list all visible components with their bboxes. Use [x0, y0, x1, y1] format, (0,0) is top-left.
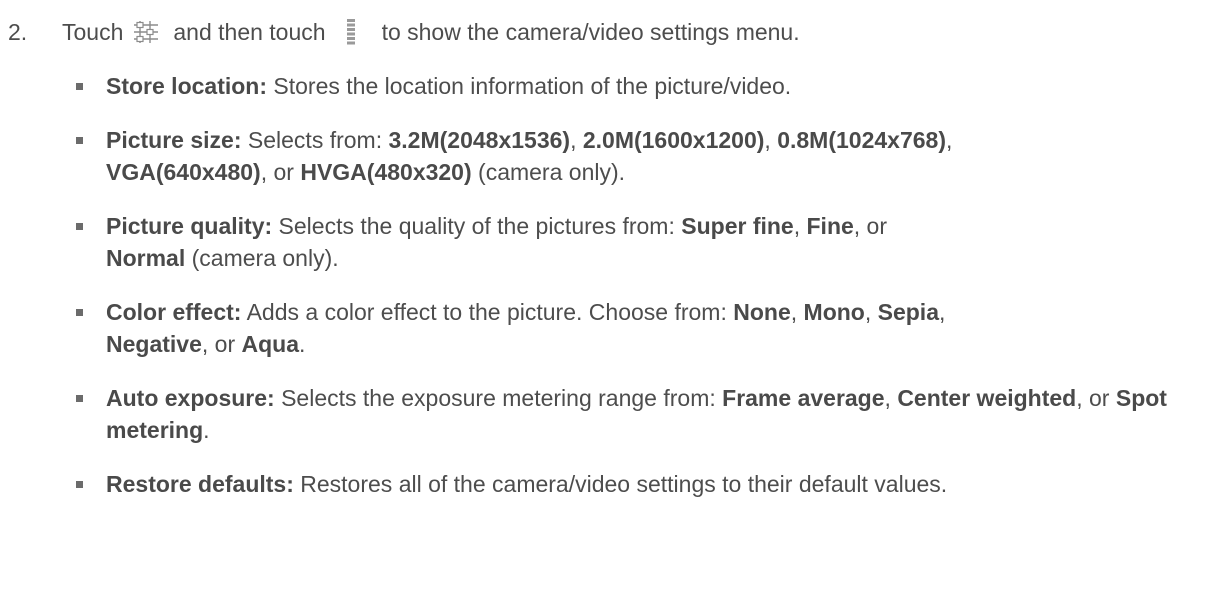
option-value: Normal: [106, 245, 186, 271]
separator: ,: [946, 127, 953, 153]
list-item-picture-size: Picture size: Selects from: 3.2M(2048x15…: [76, 124, 1206, 188]
separator: ,: [793, 213, 807, 239]
camera-settings-sliders-icon: [133, 20, 159, 44]
list-item-text: Restore defaults: Restores all of the ca…: [106, 468, 1206, 500]
option-value: Center weighted: [897, 385, 1077, 411]
list-item-auto-exposure: Auto exposure: Selects the exposure mete…: [76, 382, 1206, 446]
separator: .: [299, 331, 306, 357]
list-item-store-location: Store location: Stores the location info…: [76, 70, 1206, 102]
list-item-color-effect: Color effect: Adds a color effect to the…: [76, 296, 1206, 360]
settings-list: Store location: Stores the location info…: [76, 70, 1206, 522]
option-value: Frame average: [722, 385, 885, 411]
separator: .: [203, 417, 210, 443]
option-value: Negative: [106, 331, 202, 357]
item-description: Adds a color effect to the picture. Choo…: [241, 299, 734, 325]
item-description: Selects the exposure metering range from…: [274, 385, 723, 411]
option-value: Super fine: [681, 213, 794, 239]
item-description: Selects the quality of the pictures from…: [272, 213, 682, 239]
separator: , or: [260, 159, 301, 185]
option-value: Sepia: [877, 299, 939, 325]
separator: ,: [790, 299, 804, 325]
separator: ,: [764, 127, 778, 153]
bullet-square-icon: [76, 83, 83, 90]
bullet-square-icon: [76, 395, 83, 402]
menu-handle-icon: [346, 18, 356, 46]
bullet-square-icon: [76, 309, 83, 316]
step-instruction: 2. Touch and then touch to show the came…: [8, 16, 1208, 48]
separator: (camera only).: [471, 159, 626, 185]
option-value: VGA(640x480): [106, 159, 261, 185]
list-item-text: Picture size: Selects from: 3.2M(2048x15…: [106, 124, 1206, 188]
bullet-square-icon: [76, 223, 83, 230]
list-item-text: Color effect: Adds a color effect to the…: [106, 296, 1206, 360]
list-item-picture-quality: Picture quality: Selects the quality of …: [76, 210, 1206, 274]
option-value: None: [733, 299, 791, 325]
step-text-touch: Touch: [62, 19, 124, 45]
step-text-after: to show the camera/video settings menu.: [381, 19, 800, 45]
item-label: Auto exposure:: [106, 385, 275, 411]
list-item-text: Picture quality: Selects the quality of …: [106, 210, 1206, 274]
item-description: Restores all of the camera/video setting…: [293, 471, 948, 497]
bullet-square-icon: [76, 137, 83, 144]
option-value: Aqua: [241, 331, 300, 357]
option-value: 2.0M(1600x1200): [582, 127, 765, 153]
separator: ,: [939, 299, 946, 325]
step-number: 2.: [8, 19, 28, 45]
option-value: Mono: [803, 299, 865, 325]
option-value: 3.2M(2048x1536): [388, 127, 571, 153]
bullet-square-icon: [76, 481, 83, 488]
step-text-then: and then touch: [173, 19, 326, 45]
option-value: Fine: [806, 213, 854, 239]
separator: ,: [884, 385, 898, 411]
item-description: Selects from:: [241, 127, 389, 153]
item-label: Picture quality:: [106, 213, 273, 239]
separator: (camera only).: [185, 245, 339, 271]
item-description: Stores the location information of the p…: [267, 73, 792, 99]
list-item-text: Auto exposure: Selects the exposure mete…: [106, 382, 1206, 446]
separator: ,: [570, 127, 583, 153]
list-item-restore-defaults: Restore defaults: Restores all of the ca…: [76, 468, 1206, 500]
item-label: Store location:: [106, 73, 268, 99]
list-item-text: Store location: Stores the location info…: [106, 70, 1206, 102]
separator: ,: [864, 299, 878, 325]
option-value: HVGA(480x320): [300, 159, 472, 185]
option-value: 0.8M(1024x768): [777, 127, 946, 153]
item-label: Restore defaults:: [106, 471, 294, 497]
separator: , or: [853, 213, 888, 239]
separator: , or: [1076, 385, 1116, 411]
item-label: Color effect:: [106, 299, 242, 325]
item-label: Picture size:: [106, 127, 242, 153]
separator: , or: [201, 331, 242, 357]
